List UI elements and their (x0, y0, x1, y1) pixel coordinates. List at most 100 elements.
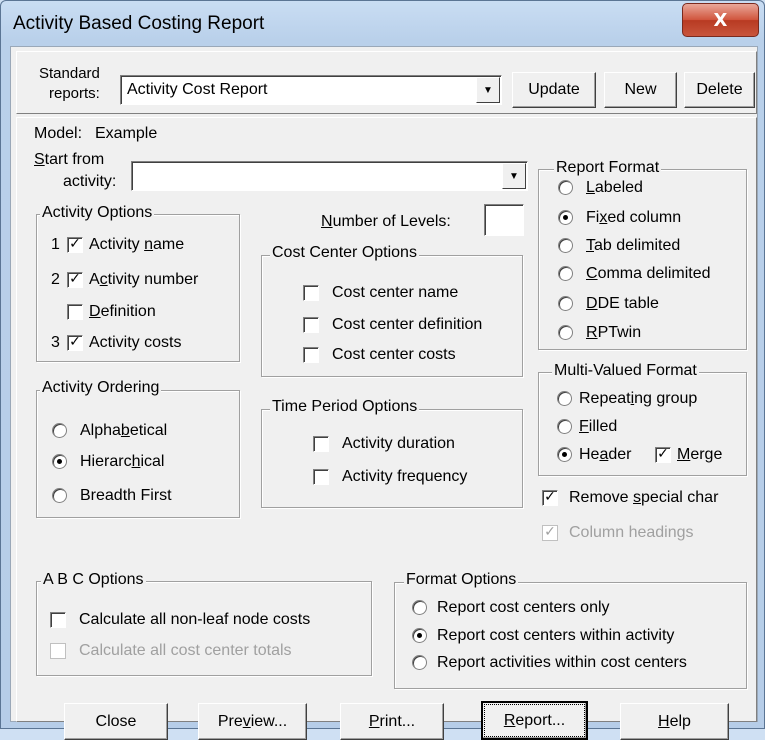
start-from-label-2: activity: (63, 173, 117, 190)
report-format-title: Report Format (554, 159, 662, 177)
report-format-radio[interactable] (558, 325, 573, 340)
column-headings-checkbox[interactable]: ✓ (542, 525, 558, 541)
model-value: Example (95, 125, 158, 142)
report-button[interactable]: Report... (481, 701, 588, 740)
format-option-radio-2[interactable] (412, 628, 427, 643)
time-period-option-label: Activity frequency (342, 468, 468, 485)
cost-center-options-title: Cost Center Options (270, 244, 419, 262)
number-of-levels-label: Number of Levels: (321, 213, 451, 230)
format-option-radio-1[interactable] (412, 600, 427, 615)
activity-ordering-radio[interactable] (52, 488, 67, 503)
dialog-window: Activity Based Costing Report X Standard… (0, 0, 765, 740)
time-period-option-label: Activity duration (342, 435, 455, 452)
filled-radio[interactable] (557, 419, 572, 434)
repeating-group-label: Repeating group (579, 390, 698, 407)
check-icon: ✓ (544, 524, 556, 540)
report-format-label: Labeled (586, 179, 643, 196)
remove-special-char-checkbox[interactable]: ✓ (542, 490, 558, 506)
activity-ordering-label: Hierarchical (80, 453, 165, 470)
calculate-cost-center-totals-label: Calculate all cost center totals (79, 642, 292, 659)
cost-center-option-checkbox[interactable] (303, 285, 319, 301)
activity-ordering-label: Breadth First (80, 487, 172, 504)
check-icon: ✓ (544, 489, 556, 505)
standard-reports-label-2: reports: (49, 85, 100, 102)
format-option-radio-3[interactable] (412, 655, 427, 670)
new-button[interactable]: New (604, 72, 677, 108)
start-from-label: Start from (34, 151, 105, 168)
abc-options-title: A B C Options (41, 571, 146, 589)
time-period-options-group (261, 409, 523, 508)
cost-center-option-label: Cost center costs (332, 346, 456, 363)
header-label: Header (579, 446, 632, 463)
activity-option-label: Activity name (89, 236, 185, 253)
header-radio[interactable] (557, 447, 572, 462)
report-format-radio[interactable] (558, 266, 573, 281)
window-title: Activity Based Costing Report (13, 13, 265, 34)
column-headings-label: Column headings (569, 524, 694, 541)
report-format-label: DDE table (586, 295, 659, 312)
calculate-cost-center-totals-checkbox[interactable] (50, 643, 66, 659)
check-icon: ✓ (69, 271, 81, 287)
cost-center-option-label: Cost center definition (332, 316, 483, 333)
merge-label: Merge (677, 446, 723, 463)
cost-center-option-checkbox[interactable] (303, 317, 319, 333)
start-from-combo[interactable]: ▼ (131, 161, 528, 191)
repeating-group-radio[interactable] (557, 391, 572, 406)
activity-option-label: Definition (89, 303, 156, 320)
check-icon: ✓ (657, 446, 669, 462)
activity-option-label: Activity number (89, 271, 199, 288)
time-period-option-checkbox[interactable] (313, 469, 329, 485)
activity-option-index: 2 (51, 271, 60, 288)
activity-ordering-radio[interactable] (52, 423, 67, 438)
report-format-label: Fixed column (586, 209, 682, 226)
format-options-title: Format Options (404, 571, 519, 589)
calculate-non-leaf-label: Calculate all non-leaf node costs (79, 611, 311, 628)
activity-ordering-title: Activity Ordering (40, 379, 162, 397)
activity-ordering-radio[interactable] (52, 454, 67, 469)
standard-reports-combo[interactable]: Activity Cost Report ▼ (120, 75, 502, 105)
format-option-label-1: Report cost centers only (437, 599, 610, 616)
report-format-radio[interactable] (558, 296, 573, 311)
remove-special-char-label: Remove special char (569, 489, 719, 506)
report-format-radio[interactable] (558, 238, 573, 253)
update-button[interactable]: Update (512, 72, 596, 108)
close-button[interactable]: Close (64, 703, 168, 740)
filled-label: Filled (579, 418, 618, 435)
report-format-radio[interactable] (558, 210, 573, 225)
close-icon: X (713, 9, 728, 31)
activity-option-checkbox[interactable]: ✓ (67, 237, 83, 253)
multi-valued-format-title: Multi-Valued Format (552, 362, 699, 380)
activity-option-label: Activity costs (89, 334, 182, 351)
report-format-radio[interactable] (558, 180, 573, 195)
delete-button[interactable]: Delete (684, 72, 755, 108)
activity-option-checkbox[interactable] (67, 304, 83, 320)
standard-reports-value: Activity Cost Report (127, 81, 268, 98)
number-of-levels-input[interactable] (484, 204, 524, 236)
format-option-label-3: Report activities within cost centers (437, 654, 687, 671)
standard-reports-label-1: Standard (39, 65, 100, 82)
model-label: Model: (34, 125, 83, 142)
chevron-down-icon[interactable]: ▼ (502, 163, 526, 189)
time-period-options-title: Time Period Options (270, 398, 420, 416)
activity-option-index: 1 (51, 236, 60, 253)
print-button[interactable]: Print... (340, 703, 444, 740)
merge-checkbox[interactable]: ✓ (655, 447, 671, 463)
activity-options-title: Activity Options (40, 204, 155, 222)
activity-option-checkbox[interactable]: ✓ (67, 335, 83, 351)
chevron-down-icon[interactable]: ▼ (476, 77, 500, 103)
calculate-non-leaf-checkbox[interactable] (50, 612, 66, 628)
cost-center-option-checkbox[interactable] (303, 347, 319, 363)
cost-center-option-label: Cost center name (332, 284, 459, 301)
report-format-label: Tab delimited (586, 237, 681, 254)
activity-option-checkbox[interactable]: ✓ (67, 272, 83, 288)
format-option-label-2: Report cost centers within activity (437, 627, 675, 644)
close-window-button[interactable]: X (682, 3, 759, 37)
check-icon: ✓ (69, 236, 81, 252)
check-icon: ✓ (69, 334, 81, 350)
activity-ordering-label: Alphabetical (80, 422, 168, 439)
help-button[interactable]: Help (620, 703, 729, 740)
time-period-option-checkbox[interactable] (313, 436, 329, 452)
preview-button[interactable]: Pre v iew... (198, 703, 307, 740)
report-format-label: RPTwin (586, 324, 642, 341)
report-format-label: Comma delimited (586, 265, 711, 282)
